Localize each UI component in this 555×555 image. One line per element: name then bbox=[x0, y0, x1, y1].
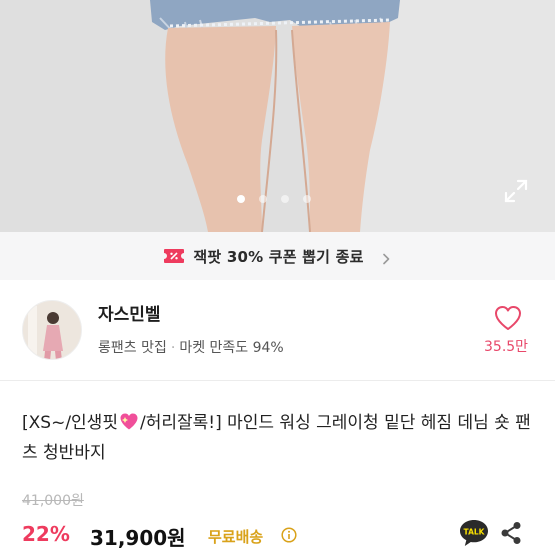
title-prefix: [XS~/인생핏 bbox=[22, 413, 118, 433]
product-title: [XS~/인생핏/허리잘록!] 마인드 워싱 그레이청 밑단 헤짐 데님 숏 팬… bbox=[22, 408, 537, 468]
sale-price: 31,900원 bbox=[90, 526, 186, 550]
seller-name[interactable]: 자스민벨 bbox=[98, 300, 161, 325]
chevron-right-icon bbox=[380, 250, 392, 265]
free-shipping-label: 무료배송 bbox=[208, 528, 264, 546]
seller-avatar[interactable] bbox=[22, 300, 82, 360]
seller-section: 자스민벨 롱팬츠 맛집 · 마켓 만족도 94% 35.5만 bbox=[0, 280, 555, 380]
pagination-dot[interactable] bbox=[237, 195, 245, 203]
heart-icon[interactable] bbox=[493, 304, 523, 332]
like-count: 35.5만 bbox=[484, 339, 529, 355]
seller-satisfaction: 마켓 만족도 94% bbox=[179, 340, 284, 356]
talk-icon[interactable]: TALK bbox=[458, 518, 490, 548]
sparkling-heart-icon bbox=[119, 411, 139, 430]
coupon-banner[interactable]: 잭팟 30% 쿠폰 뽑기 종료 bbox=[0, 232, 555, 280]
gallery-pagination bbox=[237, 195, 311, 203]
expand-icon[interactable] bbox=[503, 178, 529, 204]
product-image[interactable] bbox=[0, 0, 555, 232]
info-icon[interactable] bbox=[281, 527, 297, 543]
coupon-banner-text: 잭팟 30% 쿠폰 뽑기 종료 bbox=[193, 247, 364, 266]
seller-info: 롱팬츠 맛집 · 마켓 만족도 94% bbox=[98, 337, 284, 357]
coupon-icon bbox=[163, 248, 185, 264]
divider bbox=[0, 380, 555, 381]
discount-rate: 22% bbox=[22, 522, 70, 546]
original-price: 41,000원 bbox=[22, 493, 84, 509]
pagination-dot[interactable] bbox=[303, 195, 311, 203]
separator: · bbox=[170, 340, 176, 356]
pagination-dot[interactable] bbox=[281, 195, 289, 203]
seller-category: 롱팬츠 맛집 bbox=[98, 340, 167, 356]
share-icon[interactable] bbox=[500, 521, 522, 545]
pagination-dot[interactable] bbox=[259, 195, 267, 203]
svg-text:TALK: TALK bbox=[464, 528, 486, 537]
